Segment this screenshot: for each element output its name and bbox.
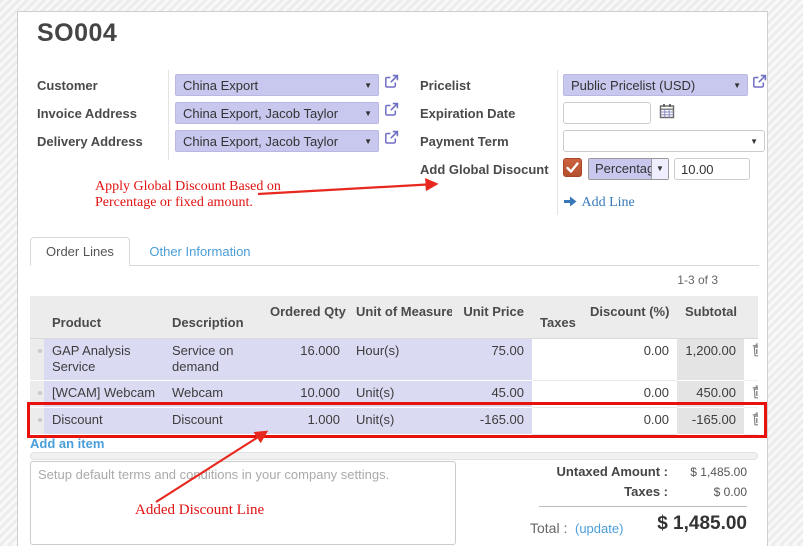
customer-label: Customer bbox=[37, 78, 98, 93]
handle-column-header bbox=[30, 296, 44, 338]
col-description[interactable]: Description bbox=[164, 296, 262, 338]
customer-select[interactable]: China Export ▼ bbox=[175, 74, 379, 96]
table-row: GAP Analysis Service Service on demand 1… bbox=[30, 338, 758, 380]
update-total-link[interactable]: (update) bbox=[575, 521, 623, 536]
expiration-date-label: Expiration Date bbox=[420, 106, 515, 121]
delivery-address-select[interactable]: China Export, Jacob Taylor ▼ bbox=[175, 130, 379, 152]
calendar-icon[interactable] bbox=[659, 103, 675, 119]
pricelist-value: Public Pricelist (USD) bbox=[571, 78, 695, 93]
invoice-address-select[interactable]: China Export, Jacob Taylor ▼ bbox=[175, 102, 379, 124]
col-discount[interactable]: Discount (%) bbox=[582, 296, 677, 338]
sale-order-form: SO004 Customer China Export ▼ Invoice Add… bbox=[17, 11, 768, 546]
delete-column-header bbox=[744, 296, 758, 338]
total-label: Total : bbox=[530, 520, 567, 536]
chevron-down-icon: ▼ bbox=[364, 75, 372, 96]
chevron-down-icon: ▼ bbox=[733, 75, 741, 96]
untaxed-amount-value: $ 1,485.00 bbox=[690, 465, 747, 479]
add-an-item-link[interactable]: Add an item bbox=[30, 436, 104, 451]
delivery-address-label: Delivery Address bbox=[37, 134, 143, 149]
row-drag-handle[interactable] bbox=[30, 338, 44, 380]
trash-icon bbox=[752, 385, 758, 399]
left-column-separator bbox=[168, 70, 169, 160]
global-discount-checkbox[interactable] bbox=[563, 158, 582, 177]
chevron-down-icon: ▼ bbox=[750, 131, 758, 152]
add-line-link[interactable]: Add Line bbox=[563, 193, 635, 211]
col-subtotal[interactable]: Subtotal bbox=[677, 296, 744, 338]
cell-description[interactable]: Service on demand bbox=[164, 338, 262, 380]
chevron-down-icon[interactable]: ▼ bbox=[651, 159, 668, 179]
tab-order-lines[interactable]: Order Lines bbox=[30, 237, 130, 266]
pricelist-select[interactable]: Public Pricelist (USD) ▼ bbox=[563, 74, 748, 96]
horizontal-scrollbar[interactable] bbox=[30, 452, 758, 460]
tab-other-information[interactable]: Other Information bbox=[134, 238, 265, 267]
annotation-arrow-up bbox=[146, 422, 278, 508]
discount-row-highlight bbox=[27, 402, 767, 438]
page-title: SO004 bbox=[37, 19, 117, 48]
delete-row-button[interactable] bbox=[744, 338, 758, 380]
table-header-row: Product Description Ordered Qty Unit of … bbox=[30, 296, 758, 338]
invoice-address-label: Invoice Address bbox=[37, 106, 137, 121]
cell-ordered-qty[interactable]: 16.000 bbox=[262, 338, 348, 380]
discount-amount-input[interactable] bbox=[674, 158, 750, 180]
cell-unit-price[interactable]: 75.00 bbox=[452, 338, 532, 380]
taxes-total-value: $ 0.00 bbox=[714, 485, 747, 499]
col-taxes[interactable]: Taxes bbox=[532, 296, 582, 338]
right-column-separator bbox=[557, 70, 558, 215]
invoice-address-external-link-icon[interactable] bbox=[384, 102, 399, 117]
pricelist-external-link-icon[interactable] bbox=[752, 74, 767, 89]
add-line-label: Add Line bbox=[581, 195, 634, 210]
payment-term-label: Payment Term bbox=[420, 134, 509, 149]
customer-external-link-icon[interactable] bbox=[384, 74, 399, 89]
pricelist-label: Pricelist bbox=[420, 78, 471, 93]
cell-product[interactable]: GAP Analysis Service bbox=[44, 338, 164, 380]
cell-unit-of-measure[interactable]: Hour(s) bbox=[348, 338, 452, 380]
cell-discount[interactable]: 0.00 bbox=[582, 338, 677, 380]
delivery-address-value: China Export, Jacob Taylor bbox=[183, 134, 338, 149]
total-value: $ 1,485.00 bbox=[657, 513, 747, 535]
taxes-total-label: Taxes : bbox=[624, 484, 668, 499]
discount-mode-combobox[interactable]: Percentage ▼ bbox=[588, 158, 669, 180]
annotation-arrow-right bbox=[254, 174, 450, 200]
chevron-down-icon: ▼ bbox=[364, 103, 372, 124]
payment-term-select[interactable]: ▼ bbox=[563, 130, 765, 152]
arrow-right-icon bbox=[563, 196, 577, 207]
handle-dot-icon bbox=[38, 349, 42, 353]
expiration-date-input[interactable] bbox=[563, 102, 651, 124]
col-unit-price[interactable]: Unit Price bbox=[452, 296, 532, 338]
cell-subtotal: 1,200.00 bbox=[677, 338, 744, 380]
discount-mode-value: Percentage bbox=[589, 159, 651, 179]
chevron-down-icon: ▼ bbox=[364, 131, 372, 152]
trash-icon bbox=[752, 343, 758, 357]
delivery-address-external-link-icon[interactable] bbox=[384, 130, 399, 145]
pager[interactable]: 1-3 of 3 bbox=[677, 273, 718, 287]
handle-dot-icon bbox=[38, 391, 42, 395]
cell-taxes[interactable] bbox=[532, 338, 582, 380]
notebook-tabs: Order Lines Other Information bbox=[30, 237, 759, 266]
col-ordered-qty[interactable]: Ordered Qty bbox=[262, 296, 348, 338]
invoice-address-value: China Export, Jacob Taylor bbox=[183, 106, 338, 121]
untaxed-amount-label: Untaxed Amount : bbox=[557, 464, 668, 479]
col-product[interactable]: Product bbox=[44, 296, 164, 338]
checkmark-icon bbox=[564, 159, 581, 176]
totals-separator bbox=[539, 506, 747, 507]
col-unit-of-measure[interactable]: Unit of Measure bbox=[348, 296, 452, 338]
customer-value: China Export bbox=[183, 78, 258, 93]
global-discount-annotation: Apply Global Discount Based on Percentag… bbox=[95, 179, 281, 211]
